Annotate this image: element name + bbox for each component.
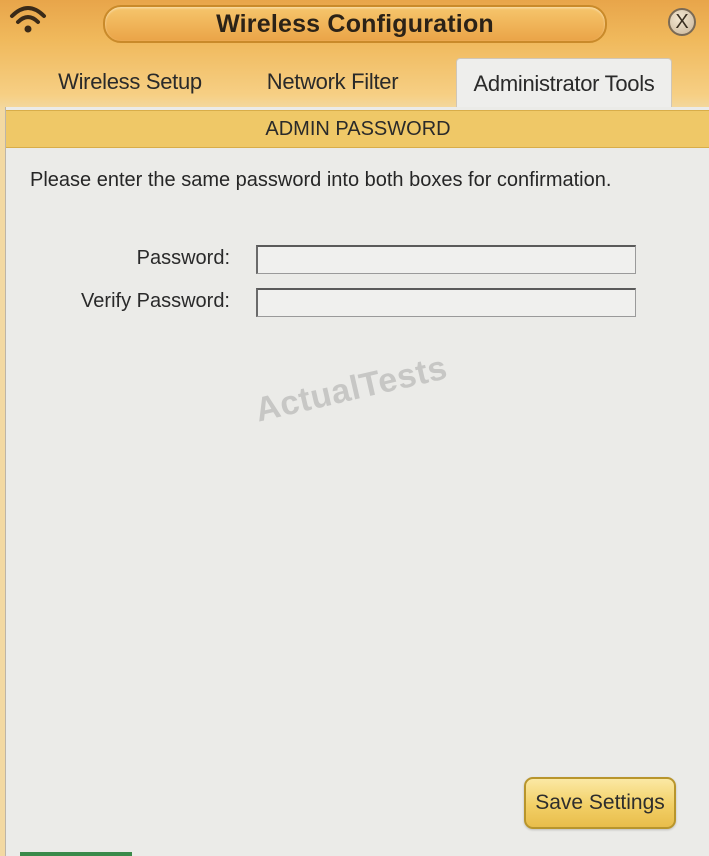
verify-password-label: Verify Password: (81, 290, 230, 312)
password-input[interactable] (256, 245, 636, 274)
watermark: ActualTests (251, 348, 451, 430)
wireless-configuration-window: Wireless Configuration X Wireless Setup … (0, 0, 709, 856)
verify-password-input[interactable] (256, 288, 636, 317)
title-bar: Wireless Configuration X (0, 0, 709, 52)
close-button[interactable]: X (668, 8, 696, 36)
tab-wireless-setup[interactable]: Wireless Setup (30, 58, 230, 106)
tab-bar: Wireless Setup Network Filter Administra… (0, 58, 709, 108)
password-label: Password: (136, 247, 230, 269)
admin-tools-panel: ADMIN PASSWORD Please enter the same pas… (5, 107, 709, 856)
save-settings-button[interactable]: Save Settings (524, 777, 676, 829)
title-pill: Wireless Configuration (103, 5, 607, 43)
window-title: Wireless Configuration (216, 9, 494, 38)
instructions-text: Please enter the same password into both… (30, 169, 612, 191)
tab-network-filter[interactable]: Network Filter (235, 58, 430, 106)
section-header-admin-password: ADMIN PASSWORD (6, 110, 709, 148)
wifi-icon (8, 2, 48, 38)
tab-administrator-tools[interactable]: Administrator Tools (456, 58, 672, 108)
taskbar-strip (20, 852, 132, 856)
close-icon: X (675, 10, 689, 33)
